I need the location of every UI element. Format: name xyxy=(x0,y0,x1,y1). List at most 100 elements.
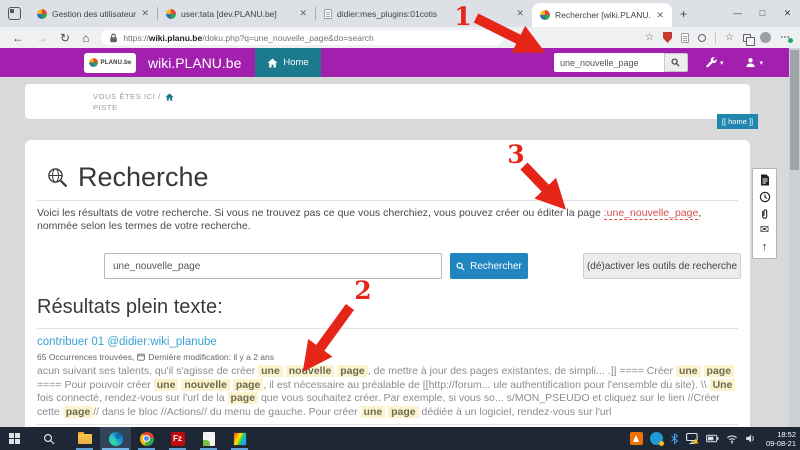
show-source-icon[interactable] xyxy=(760,173,770,186)
browser-tab-2[interactable]: user:tata [dev.PLANU.be] ✕ xyxy=(158,0,315,27)
browser-tab-3[interactable]: didier:mes_plugins:01cotis ✕ xyxy=(316,0,532,27)
search-term-highlight: page xyxy=(63,406,94,418)
browser-tab-1[interactable]: Gestion des utilisateurs Pl ✕ xyxy=(29,0,157,27)
divider xyxy=(37,424,738,425)
result-snippet: acun suivant ses talents, qu'il s'agisse… xyxy=(37,365,740,419)
back-to-top-icon[interactable]: ↑ xyxy=(762,241,768,254)
snippet-text: , de mettre à jour des pages existantes,… xyxy=(368,365,676,377)
search-icon xyxy=(456,262,465,271)
breadcrumb-home-icon[interactable] xyxy=(165,93,174,101)
tab-close-icon[interactable]: ✕ xyxy=(141,8,149,19)
battery-icon[interactable] xyxy=(706,433,719,444)
favorite-star-icon[interactable]: ☆ xyxy=(645,32,654,43)
wifi-icon[interactable] xyxy=(726,434,738,444)
address-bar-actions: ☆ ☆ ⋯ xyxy=(645,32,790,44)
divider xyxy=(37,200,738,201)
edge-icon[interactable] xyxy=(100,427,131,450)
user-icon xyxy=(745,57,756,68)
toggle-search-tools-button[interactable]: (dé)activer les outils de recherche xyxy=(583,253,741,279)
header-search-input[interactable] xyxy=(554,53,664,72)
backlinks-icon[interactable] xyxy=(759,207,770,220)
vlc-tray-icon[interactable] xyxy=(630,432,643,445)
tab-close-icon[interactable]: ✕ xyxy=(299,8,307,19)
reload-icon[interactable]: ↻ xyxy=(60,32,70,44)
screen: Gestion des utilisateurs Pl ✕ user:tata … xyxy=(0,0,800,450)
you-are-here-label: VOUS ÊTES ICI / xyxy=(93,92,161,101)
site-tools-menu[interactable]: ▾ xyxy=(706,57,724,68)
tab-actions-icon[interactable] xyxy=(8,7,21,20)
maximize-button[interactable]: □ xyxy=(750,8,775,19)
breadcrumb-page-link[interactable]: PISTE xyxy=(93,103,118,112)
search-intro-text: Voici les résultats de votre recherche. … xyxy=(37,207,739,233)
scrollbar-thumb[interactable] xyxy=(790,50,799,170)
search-term-highlight: Une xyxy=(710,379,736,391)
taskbar-clock[interactable]: 18:52 09-08-21 xyxy=(766,430,796,448)
start-button[interactable] xyxy=(9,433,21,445)
notepad-app-icon[interactable] xyxy=(193,427,224,450)
wiki-home-button[interactable]: Home xyxy=(255,48,320,77)
header-search-button[interactable] xyxy=(664,53,688,72)
favorites-bar-icon[interactable]: ☆ xyxy=(725,32,734,43)
image-viewer-icon[interactable] xyxy=(224,427,255,450)
old-revisions-icon[interactable] xyxy=(759,190,771,203)
mail-icon[interactable]: ✉ xyxy=(760,224,769,237)
site-title[interactable]: wiki.PLANU.be xyxy=(148,55,241,71)
profile-avatar[interactable] xyxy=(760,32,771,43)
snippet-text: fois connecté, rendez-vous sur l'url de … xyxy=(37,392,228,404)
browser-home-icon[interactable]: ⌂ xyxy=(82,32,89,44)
collections-icon[interactable] xyxy=(743,34,751,42)
tab-close-icon[interactable]: ✕ xyxy=(656,10,664,21)
planu-favicon-icon xyxy=(540,10,550,20)
wiki-header-search: ▾ ▾ xyxy=(554,53,789,72)
user-menu[interactable]: ▾ xyxy=(745,57,763,68)
planu-favicon-icon xyxy=(37,9,47,19)
planu-logo-text: PLANU.be xyxy=(101,60,132,66)
search-submit-button[interactable]: Rechercher xyxy=(450,253,528,279)
result-page-link[interactable]: contribuer 01 @didier:wiki_planube xyxy=(37,336,217,348)
forward-icon[interactable]: → xyxy=(36,32,48,44)
scrollbar-track[interactable] xyxy=(789,48,800,427)
new-tab-button[interactable]: + xyxy=(680,7,687,21)
back-icon[interactable]: ← xyxy=(12,32,24,44)
bluetooth-icon[interactable] xyxy=(670,432,679,445)
browser-tab-active[interactable]: Rechercher [wiki.PLANU.b ✕ xyxy=(532,3,672,27)
close-button[interactable]: ✕ xyxy=(775,8,800,19)
lock-icon xyxy=(109,33,118,43)
search-query-input[interactable] xyxy=(104,253,442,279)
home-badge-button[interactable]: [[ home ]] xyxy=(717,114,758,129)
update-badge xyxy=(788,38,793,43)
url-field[interactable]: https://wiki.planu.be/doku.php?q=une_nou… xyxy=(101,30,503,45)
calendar-icon xyxy=(137,353,145,361)
snippet-text: acun suivant ses talents, qu'il s'agisse… xyxy=(37,365,258,377)
breadcrumb-card: VOUS ÊTES ICI / PISTE xyxy=(25,84,750,119)
system-tray: 18:52 09-08-21 xyxy=(630,430,796,448)
tab-title: user:tata [dev.PLANU.be] xyxy=(181,9,294,19)
tab-title: Rechercher [wiki.PLANU.b xyxy=(555,10,651,20)
search-term-highlight: page xyxy=(388,406,419,418)
network-status-icon[interactable] xyxy=(686,432,699,445)
browser-tab-strip: Gestion des utilisateurs Pl ✕ user:tata … xyxy=(0,0,800,27)
app-tray-icon[interactable] xyxy=(650,432,663,445)
filezilla-icon[interactable]: Fz xyxy=(162,427,193,450)
volume-icon[interactable] xyxy=(745,433,756,444)
planu-logo[interactable]: PLANU.be xyxy=(84,53,136,73)
wrench-icon xyxy=(706,57,717,68)
chrome-icon[interactable] xyxy=(131,427,162,450)
adblock-shield-icon[interactable] xyxy=(663,32,672,43)
search-term-highlight: une xyxy=(676,365,701,377)
search-globe-icon xyxy=(47,167,69,189)
search-results-page: Recherche Voici les résultats de votre r… xyxy=(25,140,750,427)
reading-mode-icon[interactable] xyxy=(681,33,689,43)
browser-address-bar: ← → ↻ ⌂ https://wiki.planu.be/doku.php?q… xyxy=(0,27,800,48)
chevron-down-icon: ▾ xyxy=(720,59,724,67)
taskbar-search-icon[interactable] xyxy=(43,433,55,445)
tab-close-icon[interactable]: ✕ xyxy=(516,8,524,19)
browser-menu-icon[interactable]: ⋯ xyxy=(780,32,790,43)
minimize-button[interactable]: — xyxy=(725,8,750,19)
file-explorer-icon[interactable] xyxy=(69,427,100,450)
create-page-link[interactable]: :une_nouvelle_page xyxy=(604,207,699,220)
planu-logo-icon xyxy=(89,58,98,67)
extension-icon[interactable] xyxy=(698,34,706,42)
search-term-highlight: une xyxy=(258,365,283,377)
snippet-text: dédiée à un logiciel, rendez-vous sur l'… xyxy=(419,406,612,418)
